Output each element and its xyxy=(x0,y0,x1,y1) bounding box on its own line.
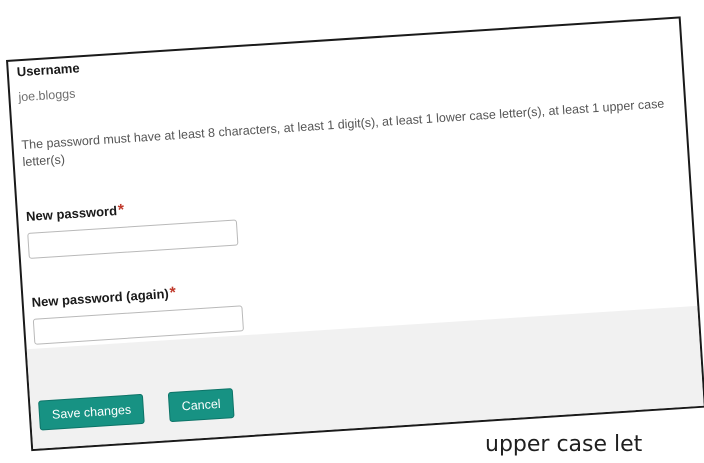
screenshot-stage: Username joe.bloggs The password must ha… xyxy=(0,0,704,463)
username-label: Username xyxy=(16,60,81,80)
new-password-label: New password xyxy=(25,203,118,225)
username-value: joe.bloggs xyxy=(17,86,76,105)
required-marker: * xyxy=(117,201,125,220)
form-content: Username joe.bloggs The password must ha… xyxy=(16,19,671,345)
save-changes-button[interactable]: Save changes xyxy=(38,393,146,431)
new-password-again-label: New password (again) xyxy=(31,286,170,310)
new-password-input[interactable] xyxy=(27,219,239,259)
background-caption-text: upper case let xyxy=(485,432,643,457)
required-marker: * xyxy=(169,284,177,302)
new-password-again-label-row: New password (again)* xyxy=(31,285,176,312)
password-requirements-hint: The password must have at least 8 charac… xyxy=(21,96,665,170)
change-password-panel: Username joe.bloggs The password must ha… xyxy=(6,16,704,452)
cancel-button[interactable]: Cancel xyxy=(167,388,235,423)
new-password-label-row: New password* xyxy=(26,202,125,226)
